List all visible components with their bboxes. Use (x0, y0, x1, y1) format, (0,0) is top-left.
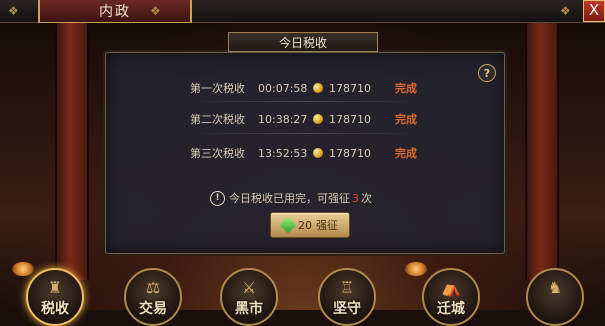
record-time: 10:38:27 (258, 112, 308, 126)
nav-caravan[interactable]: ♞ (526, 268, 584, 326)
lantern-left (12, 262, 34, 276)
record-time: 00:07:58 (258, 81, 308, 95)
nav-label: 交易 (139, 301, 167, 317)
nav-defend[interactable]: ♖ 坚守 (318, 268, 376, 326)
force-cost: 20 (298, 218, 312, 232)
coin-icon (313, 148, 323, 158)
force-collect-button[interactable]: 20 强征 (270, 212, 350, 238)
record-status: 完成 (395, 82, 417, 95)
nav-label: 黑市 (235, 301, 263, 317)
page-title: 内政 (99, 4, 131, 20)
relocate-icon: ⛺ (441, 278, 461, 297)
notice-text: 今日税收已用完，可强征 (229, 192, 350, 205)
row-divider (190, 133, 420, 134)
nav-trade[interactable]: ⚖ 交易 (124, 268, 182, 326)
top-bar: ❖ 内政 ❖ ❖ X (0, 0, 605, 23)
record-time: 13:52:53 (258, 146, 308, 160)
record-label: 第一次税收 (190, 82, 245, 95)
left-pillar (55, 20, 89, 280)
notice-suffix: 次 (361, 192, 372, 205)
close-button[interactable]: X (583, 0, 605, 22)
nav-tax[interactable]: ♜ 税收 (26, 268, 84, 326)
tax-record-row: 第二次税收 10:38:27 178710 完成 (190, 110, 417, 128)
row-divider (190, 101, 420, 102)
record-amount: 178710 (329, 146, 371, 160)
caravan-icon: ♞ (547, 278, 563, 297)
record-amount: 178710 (329, 81, 371, 95)
record-status: 完成 (395, 113, 417, 126)
title-plate: 内政 (38, 0, 192, 23)
nav-relocate[interactable]: ⛺ 迁城 (422, 268, 480, 326)
help-button[interactable]: ? (478, 64, 496, 82)
tax-notice: ! 今日税收已用完，可强征 3 次 (210, 190, 372, 206)
gem-icon (279, 216, 297, 234)
lantern-right (405, 262, 427, 276)
nav-label: 迁城 (437, 301, 465, 317)
record-label: 第二次税收 (190, 113, 245, 126)
ornament-icon: ❖ (560, 4, 571, 18)
nav-label: 税收 (41, 301, 69, 317)
ornament-icon: ❖ (8, 4, 19, 18)
blackmarket-icon: ⚔ (241, 278, 257, 297)
record-amount: 178710 (329, 112, 371, 126)
record-label: 第三次税收 (190, 147, 245, 160)
trade-icon: ⚖ (145, 278, 161, 297)
tax-icon: ♜ (47, 278, 63, 297)
tax-record-row: 第三次税收 13:52:53 178710 完成 (190, 144, 417, 162)
warning-icon: ! (210, 190, 225, 206)
tax-record-row: 第一次税收 00:07:58 178710 完成 (190, 79, 417, 97)
record-status: 完成 (395, 147, 417, 160)
coin-icon (313, 83, 323, 93)
coin-icon (313, 114, 323, 124)
nav-blackmarket[interactable]: ⚔ 黑市 (220, 268, 278, 326)
ornament-icon: ❖ (150, 4, 161, 18)
nav-label: 坚守 (333, 301, 361, 317)
right-pillar (525, 20, 559, 280)
defend-icon: ♖ (339, 278, 355, 297)
panel-title: 今日税收 (228, 32, 378, 52)
notice-count: 3 (352, 191, 359, 205)
force-label: 强征 (316, 219, 338, 232)
